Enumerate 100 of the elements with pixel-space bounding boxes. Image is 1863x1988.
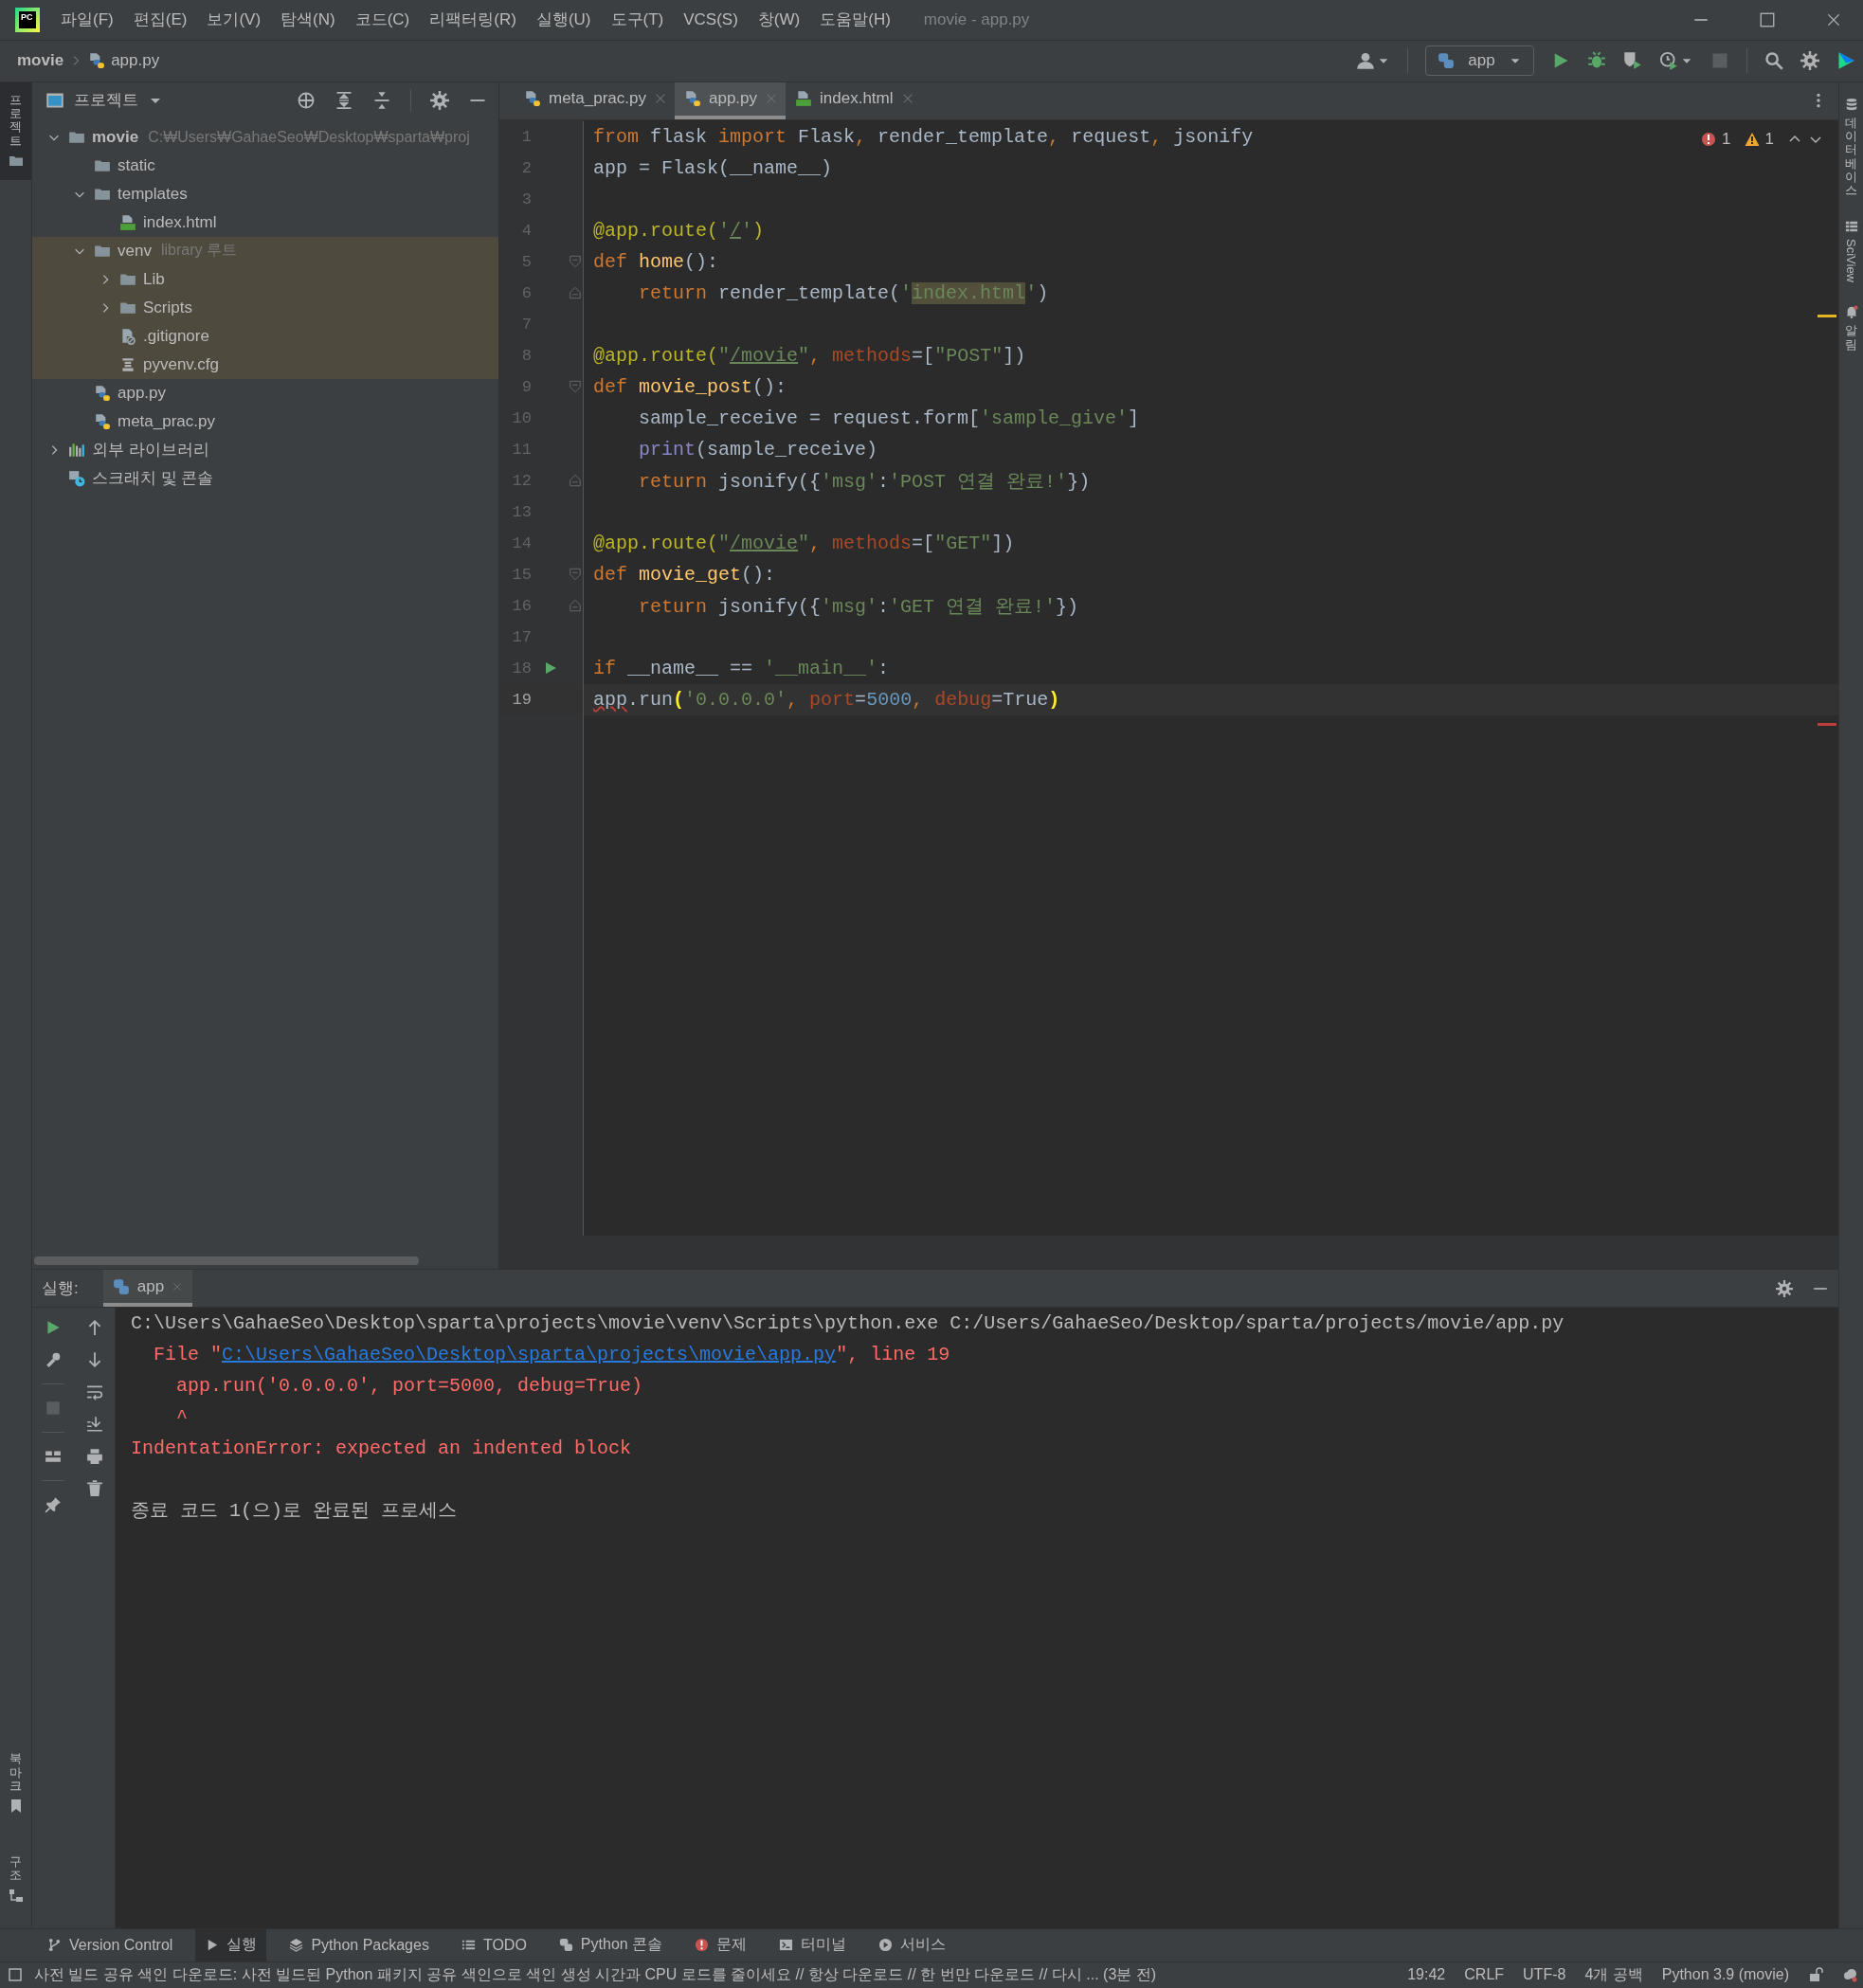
code-line: if __name__ == '__main__': [592,657,890,679]
menu-item[interactable]: 실행(U) [535,9,591,31]
collapse-all-icon[interactable] [372,90,391,110]
console-line: C:\Users\GahaeSeo\Desktop\sparta\projects\movie\venv\Scripts\python.exe C:/Users/GahaeSeo/Desktop/sparta/projects/movie/app.py [131,1311,1565,1337]
editor-tab[interactable]: meta_prac.py [515,81,675,119]
tool-window-button[interactable]: Python 콘솔 [549,1928,673,1961]
tree-item[interactable]: meta_prac.py [32,407,498,436]
terminal-icon [779,1938,794,1953]
trash-icon[interactable] [85,1480,103,1498]
menu-item[interactable]: VCS(S) [683,9,738,29]
status-item[interactable]: Python 3.9 (movie) [1661,1966,1789,1984]
tree-item[interactable]: templates [32,179,498,208]
settings-icon[interactable] [1776,1279,1793,1297]
status-item[interactable]: 4개 공백 [1584,1964,1643,1985]
tool-window-button[interactable]: 문제 [685,1928,757,1961]
code-line: @app.route('/') [592,219,765,242]
error-stripe-mark[interactable] [1818,722,1836,726]
tree-item[interactable]: static [32,151,498,180]
tool-window-button[interactable]: 실행 [195,1928,267,1961]
user-icon[interactable] [1356,51,1375,71]
error-count[interactable]: 1 [1722,129,1731,149]
file-link[interactable]: C:\Users\GahaeSeo\Desktop\sparta\projects\movie\app.py [222,1344,837,1366]
editor-tab[interactable]: index.html [786,81,922,119]
panel-icon[interactable] [8,1967,23,1983]
menu-item[interactable]: 보기(V) [207,9,262,31]
scrollbar[interactable] [34,1256,419,1266]
tree-item[interactable]: movie C:₩Users₩GahaeSeo₩Desktop₩sparta₩proj [32,122,498,152]
tree-item[interactable]: Lib [32,264,498,294]
scroll-end-icon[interactable] [85,1416,103,1434]
expand-all-icon[interactable] [335,90,353,110]
run-icon[interactable] [45,1319,62,1337]
menu-item[interactable]: 코드(C) [354,9,410,31]
triangle-logo-icon[interactable] [1836,51,1855,71]
menu-item[interactable]: 창(W) [757,9,801,31]
warning-stripe-mark[interactable] [1818,314,1836,317]
tool-window-tab[interactable]: SciView [1844,239,1858,283]
run-tab[interactable]: app [102,1270,193,1308]
tool-window-button[interactable]: 터미널 [769,1928,857,1961]
menu-item[interactable]: 도구(T) [610,9,664,31]
grid-icon[interactable] [1844,220,1858,234]
tool-window-tab[interactable]: 알림 [1845,324,1857,352]
tool-window-button[interactable]: TODO [451,1928,536,1961]
tree-item[interactable]: 스크래치 및 콘솔 [32,463,498,493]
panel-title[interactable]: 프로젝트 [74,89,138,112]
menu-item[interactable]: 파일(F) [61,9,114,31]
path-hint: library 루트 [160,241,237,261]
branch-icon [47,1938,62,1953]
warning-count[interactable]: 1 [1764,129,1774,149]
python-icon [1438,52,1455,70]
settings-icon[interactable] [430,90,449,110]
wrench-icon[interactable] [45,1351,62,1369]
tool-window-tab[interactable]: 데이터베이스 [1845,116,1857,198]
tool-window-button[interactable]: Python Packages [280,1928,439,1961]
tool-window-tab[interactable]: 북마크 [9,1752,22,1794]
shield-run-icon[interactable] [1623,51,1642,71]
code-line: from flask import Flask, render_template, request, jsonify [592,125,1254,148]
status-message[interactable]: 사전 빌드 공유 색인 다운로드: 사전 빌드된 Python 패키지 공유 색인으로 색인 생성 시간과 CPU 로드를 줄이세요 // 항상 다운로드 // 한 번만 다운로드 // 다시 ... (3분 전) [34,1964,1157,1985]
crosshair-icon[interactable] [297,90,316,110]
lock-icon[interactable] [1808,1967,1823,1983]
python-file-icon [684,90,701,108]
soft-wrap-icon[interactable] [85,1383,103,1401]
tree-item[interactable]: 외부 라이브러리 [32,435,498,464]
print-icon[interactable] [85,1448,103,1466]
editor-tab[interactable]: app.py [675,81,787,119]
clock-run-icon[interactable] [1659,51,1678,71]
cloud-icon[interactable] [1842,1967,1857,1983]
tree-item[interactable]: .gitignore [32,321,498,351]
error-icon[interactable] [1701,131,1717,147]
run-config-dropdown[interactable]: app [1425,45,1534,77]
pin-icon[interactable] [45,1496,62,1514]
structure-icon[interactable] [8,1888,24,1904]
tree-item[interactable]: app.py [32,378,498,407]
console-clock-icon [68,469,85,487]
tree-item[interactable]: index.html [32,208,498,237]
menu-item[interactable]: 편집(E) [133,9,188,31]
tool-window-tab[interactable]: 구조 [9,1855,22,1883]
warning-icon[interactable] [1744,131,1760,147]
menu-item[interactable]: 도움말(H) [820,9,891,31]
tree-item[interactable]: venv library 루트 [32,236,498,265]
database-icon[interactable] [1844,97,1858,111]
search-icon[interactable] [1764,51,1783,71]
breadcrumb-item[interactable]: app.py [111,51,160,71]
menu-item[interactable]: 리팩터링(R) [429,9,516,31]
text-file-icon [119,355,136,373]
settings-icon[interactable] [1800,51,1819,71]
code-line: app = Flask(__name__) [592,156,833,179]
status-item[interactable]: UTF-8 [1523,1966,1566,1984]
status-item[interactable]: CRLF [1464,1966,1505,1984]
tool-window-button[interactable]: 서비스 [869,1928,956,1961]
maximize-icon[interactable] [1759,10,1776,28]
breadcrumb-item[interactable]: movie [17,51,64,71]
layers-icon [289,1938,304,1953]
tree-item[interactable]: pyvenv.cfg [32,350,498,379]
status-item[interactable]: 19:42 [1407,1966,1446,1984]
python-file-icon [94,384,111,402]
python-file-icon [524,90,541,108]
console-line: ^ [175,1405,188,1431]
menu-item[interactable]: 탐색(N) [280,9,335,31]
tool-window-button[interactable]: Version Control [38,1928,183,1961]
tree-item[interactable]: Scripts [32,293,498,322]
